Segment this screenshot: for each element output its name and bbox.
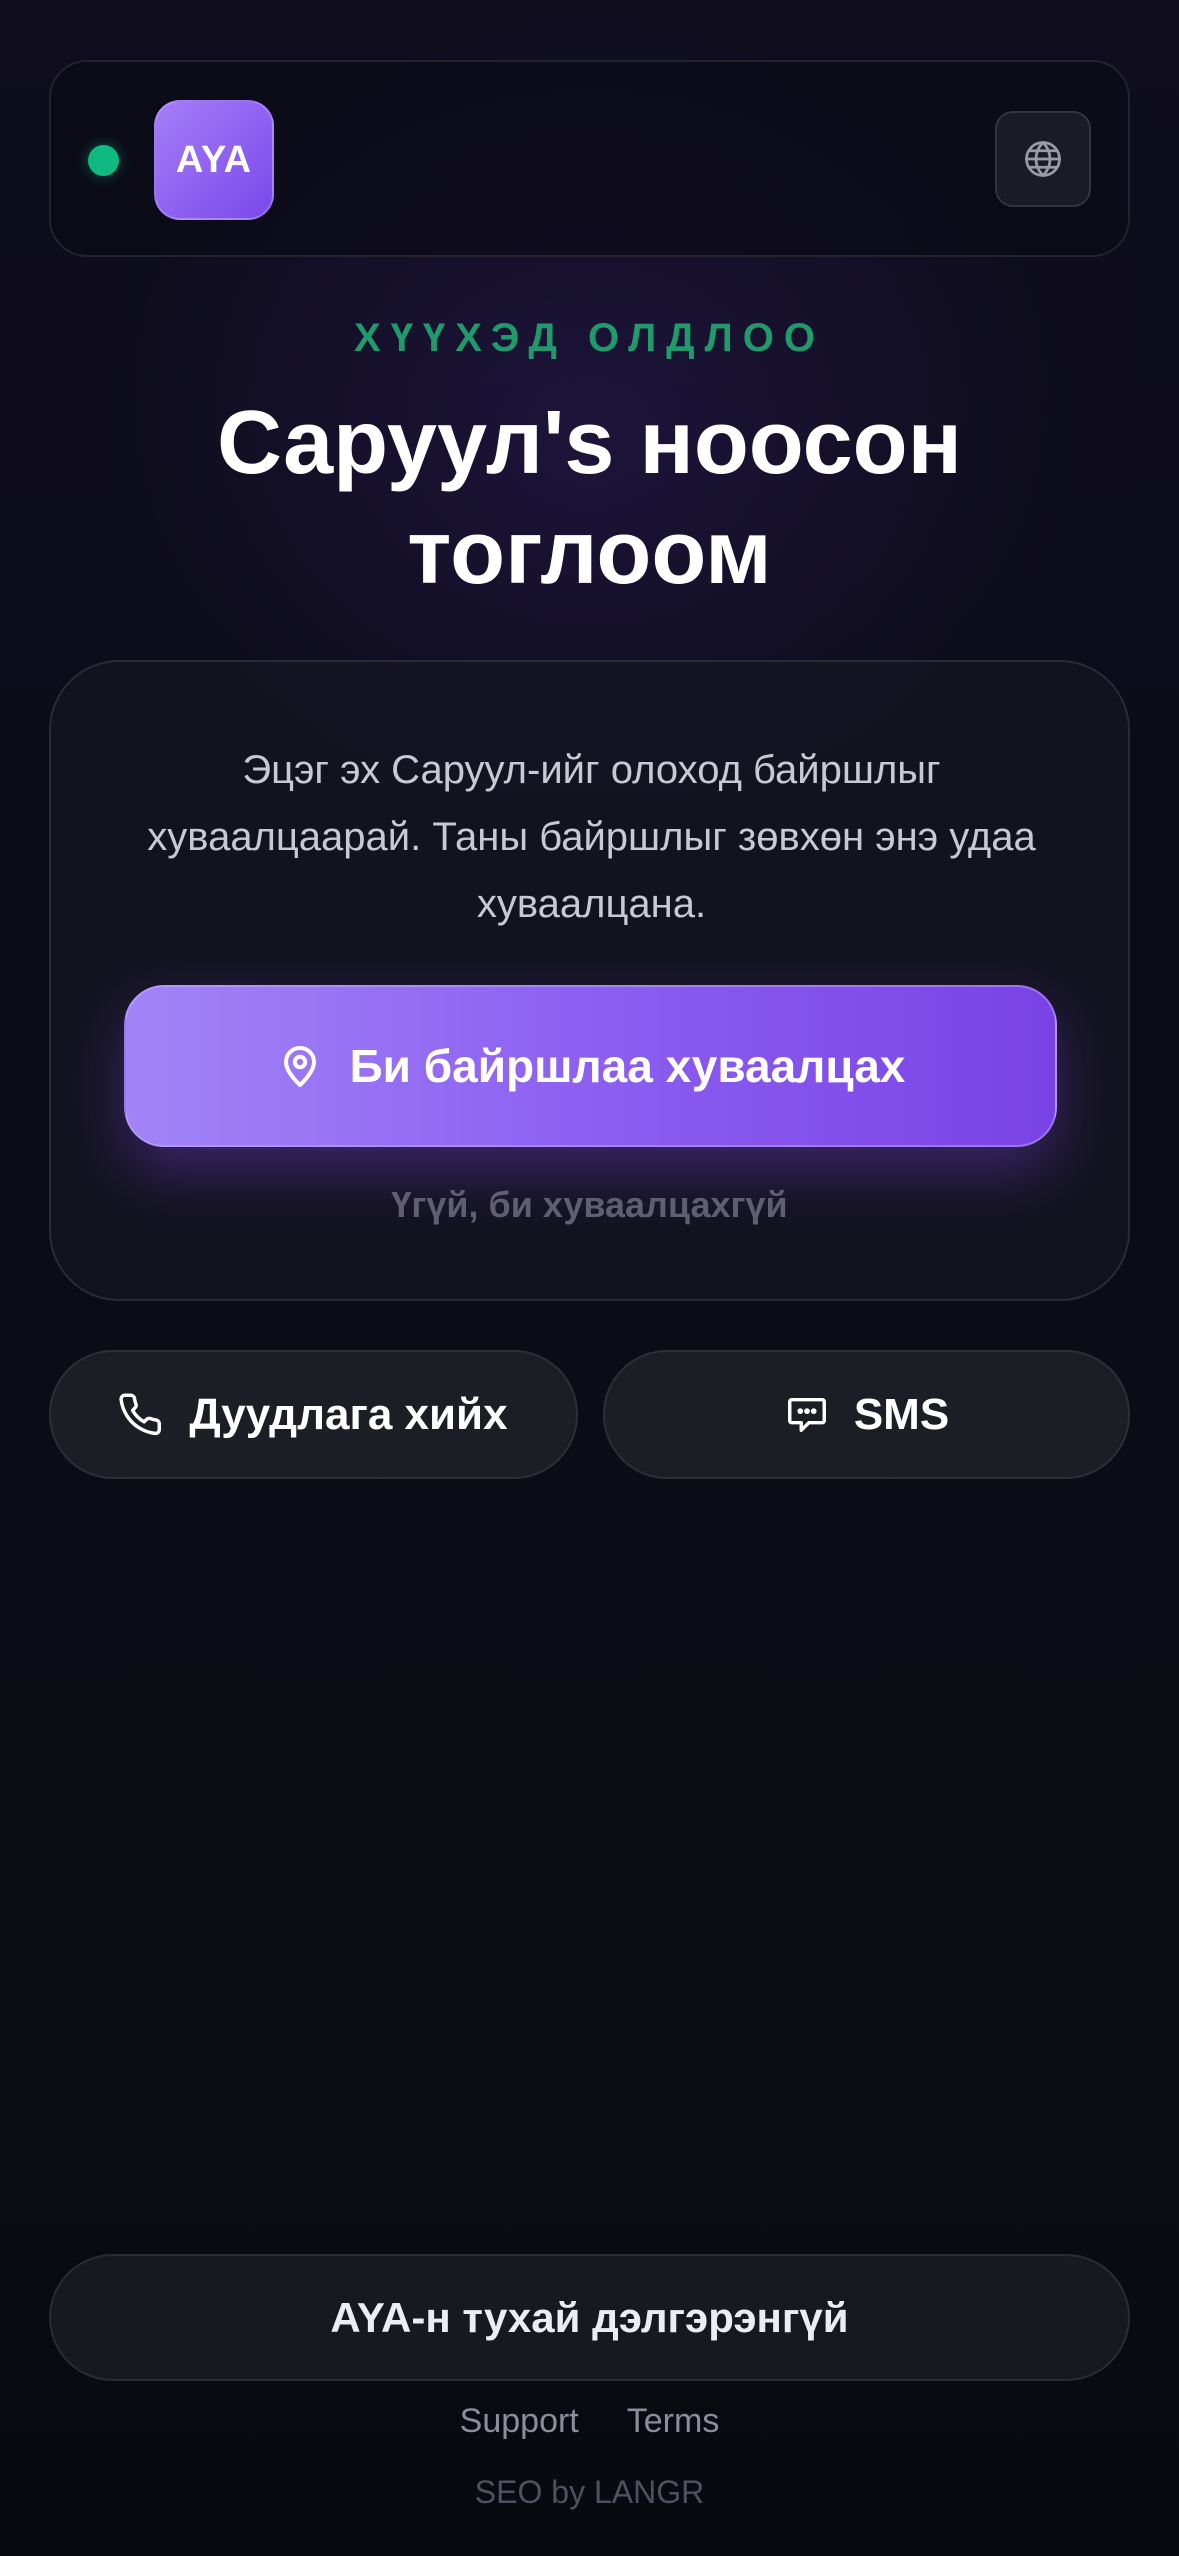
call-button-label: Дуудлага хийх [189,1389,508,1439]
share-location-card: Эцэг эх Саруул-ийг олоход байршлыг хуваа… [49,660,1130,1301]
footer-credit: SEO by LANGR [474,2474,705,2510]
share-location-message: Эцэг эх Саруул-ийг олоход байршлыг хуваа… [147,748,1036,926]
share-location-label: Би байршлаа хуваалцах [349,1040,906,1092]
status-indicator-dot [88,145,119,176]
found-child-eyebrow: ХҮҮХЭД ОЛДЛОО [354,316,825,360]
sms-button-label: SMS [853,1389,950,1439]
page-title: Саруул's ноосон тоглоом [216,393,962,603]
map-pin-icon [276,1042,324,1090]
about-aya-button[interactable]: AYA-н тухай дэлгэрэнгүй [49,2254,1130,2381]
call-button[interactable]: Дуудлага хийх [49,1350,578,1479]
message-icon [784,1392,830,1438]
support-link[interactable]: Support [460,2402,579,2441]
footer-links: Support Terms [0,2402,1179,2441]
decline-share-link[interactable]: Үгүй, би хуваалцахгүй [51,1184,1128,1226]
phone-icon [119,1392,165,1438]
aya-logo[interactable]: AYA [154,100,274,220]
terms-link[interactable]: Terms [627,2402,720,2441]
share-location-button[interactable]: Би байршлаа хуваалцах [124,985,1057,1147]
sms-button[interactable]: SMS [603,1350,1130,1479]
globe-icon [1021,137,1065,181]
language-button[interactable] [995,111,1091,207]
top-bar: AYA [49,60,1130,257]
